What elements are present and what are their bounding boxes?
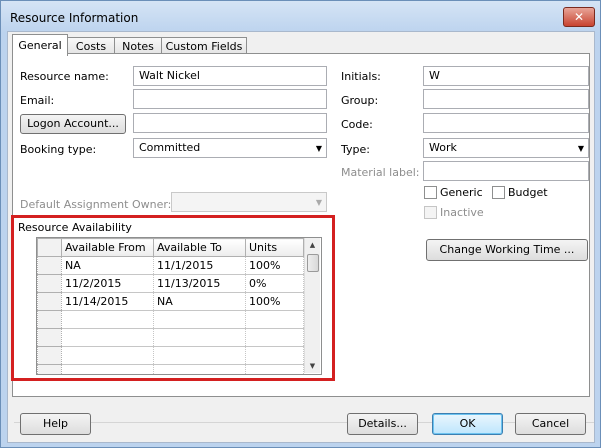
generic-label: Generic xyxy=(440,186,483,199)
chevron-down-icon: ▼ xyxy=(577,144,584,153)
title-bar: Resource Information ✕ xyxy=(1,1,600,33)
highlight-box xyxy=(11,215,335,381)
logon-account-field[interactable] xyxy=(133,113,327,133)
initials-field[interactable]: W xyxy=(423,66,589,86)
booking-type-value: Committed xyxy=(139,141,201,154)
details-button[interactable]: Details... xyxy=(347,413,418,435)
generic-checkbox[interactable] xyxy=(424,186,437,199)
resource-name-label: Resource name: xyxy=(20,70,109,83)
close-button[interactable]: ✕ xyxy=(563,7,595,27)
type-dropdown[interactable]: Work ▼ xyxy=(423,138,589,158)
type-label: Type: xyxy=(341,143,370,156)
budget-label: Budget xyxy=(508,186,548,199)
material-label-field[interactable] xyxy=(423,161,589,181)
budget-checkbox[interactable] xyxy=(492,186,505,199)
default-assignment-owner-dropdown[interactable]: ▼ xyxy=(171,192,327,212)
booking-type-dropdown[interactable]: Committed ▼ xyxy=(133,138,327,158)
ok-button[interactable]: OK xyxy=(432,413,503,435)
resource-name-field[interactable]: Walt Nickel xyxy=(133,66,327,86)
chevron-down-icon: ▼ xyxy=(315,144,322,153)
email-field[interactable] xyxy=(133,89,327,109)
close-icon: ✕ xyxy=(573,10,585,24)
group-field[interactable] xyxy=(423,89,589,109)
chevron-down-icon: ▼ xyxy=(315,198,322,207)
code-field[interactable] xyxy=(423,113,589,133)
material-label-label: Material label: xyxy=(341,166,420,179)
type-value: Work xyxy=(429,141,457,154)
group-label: Group: xyxy=(341,94,379,107)
dialog-title: Resource Information xyxy=(10,11,139,25)
tab-general[interactable]: General xyxy=(12,34,68,56)
change-working-time-button[interactable]: Change Working Time ... xyxy=(426,239,588,261)
logon-account-button[interactable]: Logon Account... xyxy=(20,114,126,134)
inactive-checkbox[interactable] xyxy=(424,206,437,219)
default-assignment-owner-label: Default Assignment Owner: xyxy=(20,198,172,211)
initials-label: Initials: xyxy=(341,70,381,83)
email-label: Email: xyxy=(20,94,55,107)
cancel-button[interactable]: Cancel xyxy=(515,413,586,435)
code-label: Code: xyxy=(341,118,373,131)
footer-separator xyxy=(14,422,594,423)
inactive-label: Inactive xyxy=(440,206,484,219)
help-button[interactable]: Help xyxy=(20,413,91,435)
booking-type-label: Booking type: xyxy=(20,143,97,156)
